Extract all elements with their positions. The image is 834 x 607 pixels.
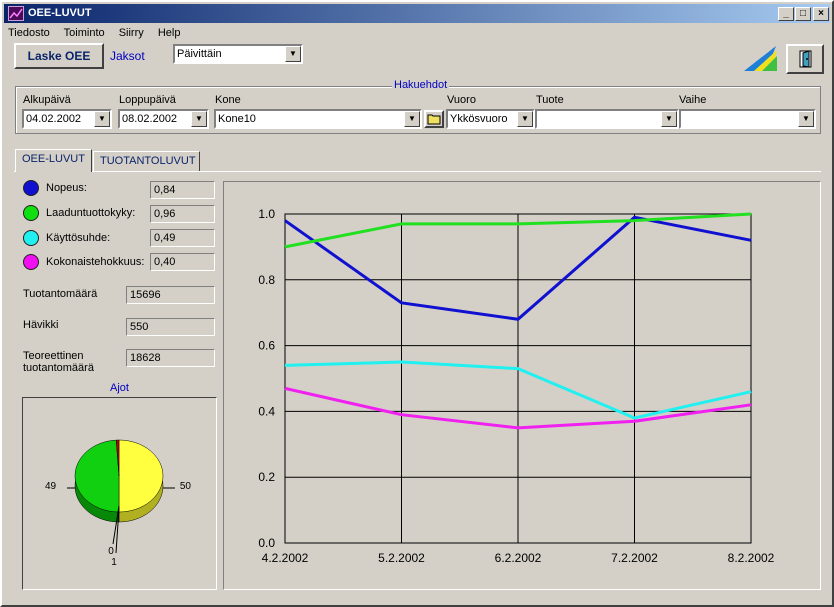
title-bar: OEE-LUVUT _ □ × bbox=[4, 4, 830, 23]
x-tick-label: 6.2.2002 bbox=[495, 551, 542, 565]
jaksot-label: Jaksot bbox=[110, 49, 145, 63]
alkupaiva-value: 04.02.2002 bbox=[26, 113, 82, 125]
exit-door-icon bbox=[799, 50, 812, 68]
kokonaistehokkuus-color-dot bbox=[23, 254, 39, 270]
kokonaistehokkuus-value: 0,40 bbox=[150, 253, 215, 271]
havikki-value: 550 bbox=[126, 318, 215, 336]
y-tick-label: 0.0 bbox=[258, 536, 275, 550]
close-icon: × bbox=[818, 8, 824, 19]
folder-icon bbox=[427, 114, 441, 125]
laaduntuottokyky-value: 0,96 bbox=[150, 205, 215, 223]
tab-oee-luvut[interactable]: OEE-LUVUT bbox=[15, 149, 92, 172]
kone-value: Kone10 bbox=[218, 113, 256, 125]
alkupaiva-label: Alkupäivä bbox=[23, 94, 71, 106]
y-tick-label: 0.4 bbox=[258, 404, 275, 418]
tab-tuotantoluvut[interactable]: TUOTANTOLUVUT bbox=[93, 151, 200, 171]
chevron-down-icon[interactable]: ▼ bbox=[404, 111, 420, 127]
maximize-button[interactable]: □ bbox=[795, 7, 811, 21]
chevron-down-icon[interactable]: ▼ bbox=[661, 111, 677, 127]
pie-slice-label: 49 bbox=[45, 481, 57, 492]
kayttosuhde-label: Käyttösuhde: bbox=[46, 232, 111, 244]
chart-app-icon bbox=[8, 6, 24, 21]
app-window: OEE-LUVUT _ □ × Tiedosto Toiminto Siirry… bbox=[0, 0, 834, 607]
laske-oee-label: Laske OEE bbox=[27, 49, 91, 63]
minimize-icon: _ bbox=[783, 8, 789, 19]
logo-icon bbox=[744, 44, 778, 72]
tab-oee-luvut-label: OEE-LUVUT bbox=[22, 153, 85, 165]
x-tick-label: 4.2.2002 bbox=[262, 551, 309, 565]
nopeus-color-dot bbox=[23, 180, 39, 196]
chevron-down-icon[interactable]: ▼ bbox=[94, 111, 110, 127]
havikki-label: Hävikki bbox=[23, 319, 59, 331]
tuotantomaara-value: 15696 bbox=[126, 286, 215, 304]
line-chart: 0.0 0.2 0.4 0.6 0.8 1.0 4.2.2002 5.2.2002 6.2.20… bbox=[258, 207, 775, 565]
tuote-label: Tuote bbox=[536, 94, 564, 106]
kokonaistehokkuus-label: Kokonaistehokkuus: bbox=[46, 256, 145, 268]
window-title: OEE-LUVUT bbox=[28, 7, 92, 19]
kayttosuhde-value: 0,49 bbox=[150, 229, 215, 247]
y-tick-label: 0.6 bbox=[258, 339, 275, 353]
x-tick-label: 7.2.2002 bbox=[611, 551, 658, 565]
minimize-button[interactable]: _ bbox=[778, 7, 794, 21]
vaihe-label: Vaihe bbox=[679, 94, 707, 106]
tab-tuotantoluvut-label: TUOTANTOLUVUT bbox=[100, 155, 196, 167]
loppupaiva-select[interactable]: 08.02.2002 ▼ bbox=[118, 109, 209, 129]
laaduntuottokyky-label: Laaduntuottokyky: bbox=[46, 207, 136, 219]
y-tick-label: 0.8 bbox=[258, 273, 275, 287]
kone-label: Kone bbox=[215, 94, 241, 106]
kone-browse-button[interactable] bbox=[424, 110, 444, 128]
jaksot-value: Päivittäin bbox=[177, 48, 222, 60]
vuoro-label: Vuoro bbox=[447, 94, 476, 106]
laske-oee-button[interactable]: Laske OEE bbox=[14, 43, 104, 69]
kone-select[interactable]: Kone10 ▼ bbox=[214, 109, 422, 129]
exit-button[interactable] bbox=[786, 44, 824, 74]
teoreettinen-value: 18628 bbox=[126, 349, 215, 367]
chevron-down-icon[interactable]: ▼ bbox=[517, 111, 533, 127]
menu-toiminto[interactable]: Toiminto bbox=[64, 27, 105, 39]
hakuehdot-legend: Hakuehdot bbox=[392, 79, 450, 91]
x-tick-label: 8.2.2002 bbox=[728, 551, 775, 565]
y-tick-label: 0.2 bbox=[258, 470, 275, 484]
vuoro-select[interactable]: Ykkösvuoro ▼ bbox=[446, 109, 535, 129]
vaihe-select[interactable]: ▼ bbox=[679, 109, 816, 129]
pie-chart-panel: 50 49 1 0 bbox=[22, 397, 217, 590]
laaduntuottokyky-color-dot bbox=[23, 205, 39, 221]
chevron-down-icon[interactable]: ▼ bbox=[191, 111, 207, 127]
pie-slice-label: 0 bbox=[108, 546, 114, 557]
chevron-down-icon[interactable]: ▼ bbox=[285, 46, 301, 62]
chevron-down-icon[interactable]: ▼ bbox=[798, 111, 814, 127]
jaksot-select[interactable]: Päivittäin ▼ bbox=[173, 44, 303, 64]
teoreettinen-label-line2: tuotantomäärä bbox=[23, 362, 94, 374]
alkupaiva-select[interactable]: 04.02.2002 ▼ bbox=[22, 109, 112, 129]
tuote-select[interactable]: ▼ bbox=[535, 109, 679, 129]
nopeus-value: 0,84 bbox=[150, 181, 215, 199]
loppupaiva-label: Loppupäivä bbox=[119, 94, 176, 106]
kayttosuhde-color-dot bbox=[23, 230, 39, 246]
maximize-icon: □ bbox=[799, 8, 807, 19]
menu-help[interactable]: Help bbox=[158, 27, 181, 39]
close-button[interactable]: × bbox=[813, 7, 829, 21]
menu-bar: Tiedosto Toiminto Siirry Help bbox=[8, 27, 191, 43]
tab-panel-border bbox=[14, 171, 821, 172]
nopeus-label: Nopeus: bbox=[46, 182, 87, 194]
pie-title: Ajot bbox=[110, 382, 129, 394]
menu-siirry[interactable]: Siirry bbox=[119, 27, 144, 39]
y-tick-label: 1.0 bbox=[258, 207, 275, 221]
tuotantomaara-label: Tuotantomäärä bbox=[23, 288, 98, 300]
teoreettinen-label-line1: Teoreettinen bbox=[23, 350, 84, 362]
pie-slice-label: 50 bbox=[180, 481, 192, 492]
pie-slice-label: 1 bbox=[111, 557, 117, 568]
loppupaiva-value: 08.02.2002 bbox=[122, 113, 178, 125]
menu-tiedosto[interactable]: Tiedosto bbox=[8, 27, 50, 39]
vuoro-value: Ykkösvuoro bbox=[450, 113, 508, 125]
pie-chart: 50 49 10 bbox=[45, 439, 192, 568]
line-chart-panel: 0.0 0.2 0.4 0.6 0.8 1.0 4.2.2002 5.2.2002 6.2.20… bbox=[223, 181, 821, 590]
x-tick-label: 5.2.2002 bbox=[378, 551, 425, 565]
